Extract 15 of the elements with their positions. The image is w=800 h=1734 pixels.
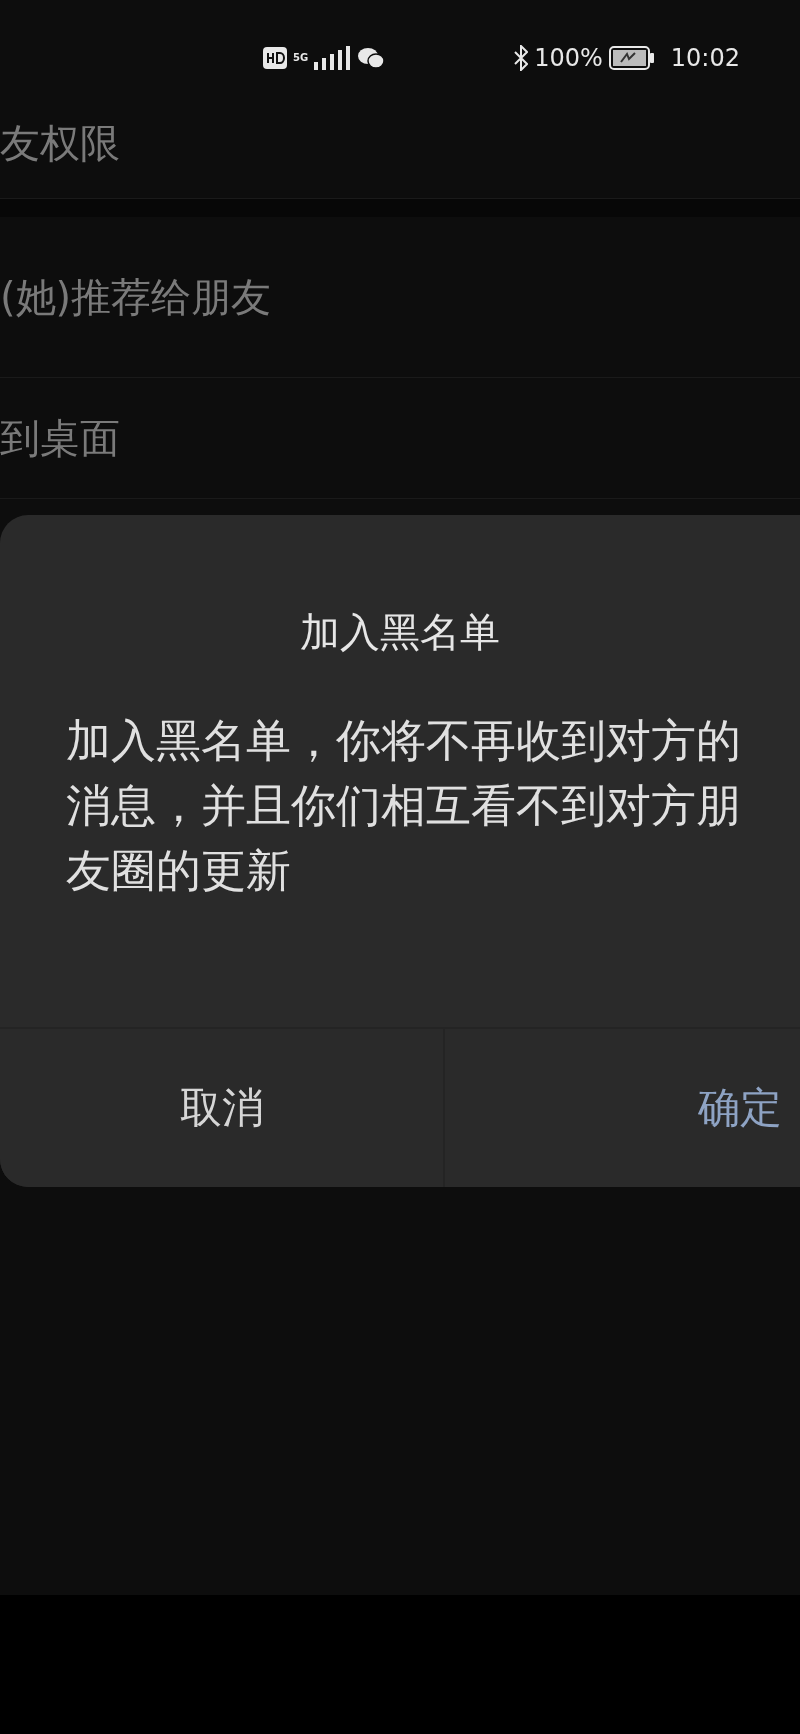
clock-time: 10:02: [670, 44, 740, 72]
battery-percent: 100%: [534, 44, 603, 72]
chat-app-icon: [358, 47, 385, 69]
settings-row-label[interactable]: 友权限: [0, 115, 120, 171]
dialog-title: 加入黑名单: [299, 608, 501, 657]
bluetooth-icon: [514, 45, 529, 71]
network-label: 5G: [293, 53, 309, 63]
battery-charging-icon: [608, 46, 655, 70]
dialog-message-line: 加入黑名单，你将不再收到对方的: [66, 713, 742, 769]
signal-icon: [314, 46, 353, 70]
settings-row-label[interactable]: (她)推荐给朋友: [0, 269, 272, 325]
hd-icon: [263, 47, 287, 69]
settings-row-label[interactable]: 到桌面: [0, 410, 120, 466]
dialog-message-line: 消息，并且你们相互看不到对方朋: [66, 778, 742, 834]
dialog-message-line: 友圈的更新: [66, 843, 292, 899]
